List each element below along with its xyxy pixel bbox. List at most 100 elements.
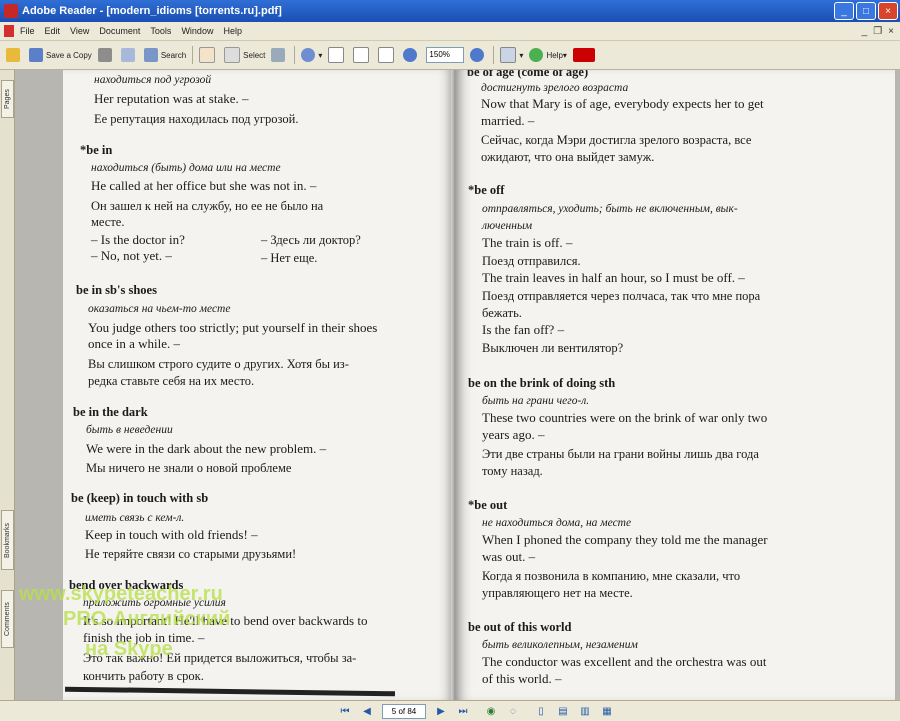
text-line: The train leaves in half an hour, so I m… (482, 270, 745, 285)
menu-window[interactable]: Window (181, 26, 213, 36)
next-view-button[interactable]: ◌ (506, 704, 520, 718)
page-number-field[interactable]: 5 of 84 (382, 703, 426, 719)
text-line: Мы ничего не знали о новой проблеме (86, 461, 292, 475)
maximize-button[interactable]: □ (856, 2, 876, 20)
previous-page-button[interactable]: ◀ (360, 704, 374, 718)
open-button[interactable] (6, 48, 23, 62)
first-page-button[interactable]: ⏮ (338, 704, 352, 718)
single-page-button[interactable]: ▯ (534, 704, 548, 718)
hand-icon (199, 47, 216, 63)
text-line: Keep in touch with old friends! – (85, 527, 258, 542)
select-tool-button[interactable]: Select (224, 47, 265, 63)
watermark-text: на Skype (85, 638, 173, 660)
previous-view-button[interactable]: ◉ (484, 704, 498, 718)
rotate-button[interactable]: ▾ (500, 47, 523, 63)
text-line: Вы слишком строго судите о других. Хотя … (88, 357, 349, 371)
text-line: Сейчас, когда Мэри достигла зрелого возр… (481, 133, 752, 147)
continuous-icon: ▤ (558, 705, 568, 717)
help-icon (529, 48, 544, 62)
help-button[interactable]: Help ▾ (529, 48, 567, 62)
text-line: ожидают, что она выйдет замуж. (481, 150, 655, 164)
document-icon (4, 25, 14, 37)
last-page-button[interactable]: ⏭ (456, 704, 470, 718)
text-line: быть великолепным, незаменим (482, 639, 638, 651)
toolbar: Save a Copy Search Select ▾ 150% ▾ Help ▾ (0, 41, 900, 70)
text-line: Ее репутация находилась под угрозой. (94, 112, 299, 126)
text-line: иметь связь с кем-л. (85, 512, 185, 524)
text-line: оказаться на чьем-то месте (88, 303, 231, 315)
folder-icon (6, 48, 20, 62)
idiom-heading: *be in (80, 143, 113, 157)
doc-restore-button[interactable]: ❐ (873, 26, 882, 37)
text-line: – Is the doctor in? (91, 232, 185, 247)
fit-page-icon (353, 47, 370, 63)
idiom-heading: *be out (468, 498, 508, 512)
text-line: Поезд отправился. (482, 254, 581, 268)
last-page-icon: ⏭ (458, 705, 468, 717)
text-line: Эти две страны были на грани войны лишь … (482, 447, 759, 461)
continuous-button[interactable]: ▤ (556, 704, 570, 718)
previous-page-icon: ◀ (363, 705, 371, 717)
facing-button[interactable]: ▥ (578, 704, 592, 718)
text-line: was out. – (482, 549, 536, 564)
menu-tools[interactable]: Tools (150, 26, 171, 36)
fit-width-button[interactable] (378, 47, 397, 63)
text-line: достигнуть зрелого возраста (481, 82, 629, 94)
text-line: When I phoned the company they told me t… (482, 532, 768, 547)
minimize-button[interactable]: _ (834, 2, 854, 20)
text-line: быть на грани чего-л. (482, 395, 590, 407)
zoom-level-field[interactable]: 150% (426, 47, 465, 63)
doc-minimize-button[interactable]: _ (862, 26, 868, 37)
idiom-heading: be of age (come of age) (467, 70, 589, 79)
text-line: The conductor was excellent and the orch… (482, 654, 767, 669)
text-line: Он зашел к ней на службу, но ее не было … (91, 199, 324, 213)
continuous-facing-icon: ▦ (602, 705, 612, 717)
menu-file[interactable]: File (20, 26, 35, 36)
menu-help[interactable]: Help (223, 26, 242, 36)
menu-edit[interactable]: Edit (45, 26, 61, 36)
document-view[interactable]: находиться под угрозой Her reputation wa… (15, 70, 900, 700)
facing-icon: ▥ (580, 705, 590, 717)
text-line: управляющего нет на месте. (482, 586, 633, 600)
text-select-icon (224, 47, 241, 63)
text-line: кончить работу в срок. (83, 669, 204, 683)
menu-document[interactable]: Document (99, 26, 140, 36)
save-copy-button[interactable]: Save a Copy (29, 48, 92, 62)
text-line: of this world. – (482, 671, 562, 686)
tab-comments[interactable]: Comments (1, 590, 14, 648)
zoom-in-button[interactable] (470, 48, 487, 62)
fit-page-button[interactable] (353, 47, 372, 63)
menu-view[interactable]: View (70, 26, 89, 36)
single-page-icon: ▯ (538, 705, 544, 717)
text-line: married. – (481, 113, 535, 128)
idiom-heading: be (keep) in touch with sb (71, 491, 209, 505)
text-line: He called at her office but she was not … (91, 178, 317, 193)
text-line: быть в неведении (86, 424, 173, 436)
yahoo-button[interactable] (572, 48, 598, 62)
yahoo-icon (572, 48, 595, 62)
zoom-out-button[interactable] (403, 48, 420, 62)
tab-pages[interactable]: Pages (1, 80, 14, 118)
tab-bookmarks[interactable]: Bookmarks (1, 510, 14, 570)
text-line: Her reputation was at stake. – (94, 91, 249, 106)
search-button[interactable]: Search (143, 48, 186, 62)
title-bar: Adobe Reader - [modern_idioms [torrents.… (0, 0, 900, 22)
next-page-button[interactable]: ▶ (434, 704, 448, 718)
hand-tool-button[interactable] (199, 47, 218, 63)
text-line: редка ставьте себя на их место. (88, 374, 255, 388)
actual-size-button[interactable] (328, 47, 347, 63)
snapshot-button[interactable] (271, 48, 288, 62)
zoom-in-tool-button[interactable]: ▾ (301, 48, 322, 62)
email-button[interactable] (120, 48, 138, 62)
email-icon (120, 48, 135, 62)
close-button[interactable]: × (878, 2, 898, 20)
text-line: тому назад. (482, 464, 543, 478)
print-button[interactable] (97, 48, 115, 62)
back-icon: ◉ (486, 705, 496, 717)
search-icon (143, 48, 158, 62)
doc-close-button[interactable]: × (888, 26, 894, 37)
menu-bar: File Edit View Document Tools Window Hel… (0, 22, 900, 41)
continuous-facing-button[interactable]: ▦ (600, 704, 614, 718)
text-line: отправляться, уходить; быть не включенны… (482, 203, 738, 215)
text-line: You judge others too strictly; put yours… (88, 320, 378, 335)
